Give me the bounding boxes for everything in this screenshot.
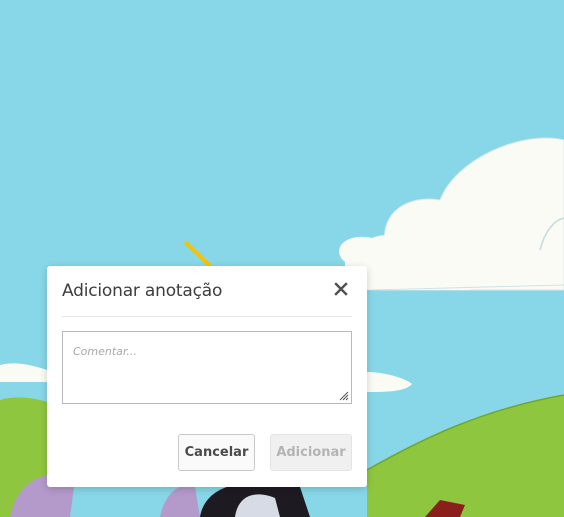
add-button[interactable]: Adicionar	[270, 434, 352, 471]
comment-field-wrapper	[62, 331, 352, 404]
resize-handle-icon[interactable]	[338, 390, 349, 401]
dialog-title: Adicionar anotação	[62, 281, 223, 301]
cancel-button[interactable]: Cancelar	[178, 434, 255, 471]
dialog-header: Adicionar anotação	[62, 266, 352, 317]
comment-input[interactable]	[63, 332, 351, 403]
close-icon	[334, 282, 348, 296]
add-annotation-dialog: Adicionar anotação Cancelar Adicionar	[47, 266, 367, 487]
close-button[interactable]	[332, 280, 350, 298]
